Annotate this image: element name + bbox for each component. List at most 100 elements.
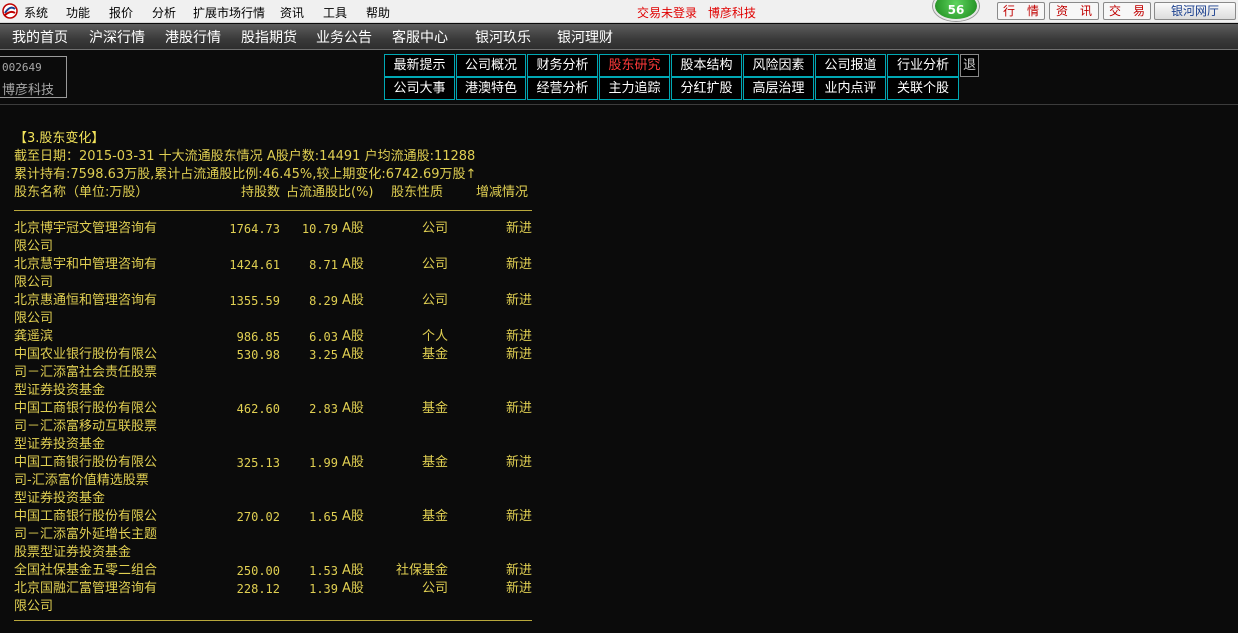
- nav-announcements[interactable]: 业务公告: [316, 27, 372, 47]
- shares-held: 462.60: [236, 402, 280, 416]
- share-type: A股: [342, 563, 364, 578]
- holder-nature: 基金: [421, 401, 448, 416]
- change-status: 新进: [505, 455, 532, 470]
- holder-nature: 公司: [421, 581, 448, 596]
- trade-button[interactable]: 交 易: [1103, 2, 1151, 20]
- tab-latest-tips[interactable]: 最新提示: [384, 54, 455, 77]
- shareholder-name-line: 中国工商银行股份有限公: [14, 455, 158, 470]
- change-status: 新进: [505, 563, 532, 578]
- tab-company-events[interactable]: 公司大事: [384, 77, 455, 100]
- holder-nature: 公司: [421, 221, 448, 236]
- tab-share-structure[interactable]: 股本结构: [671, 54, 742, 77]
- tab-main-force-tracking[interactable]: 主力追踪: [599, 77, 670, 100]
- share-type: A股: [342, 221, 364, 236]
- holder-nature: 基金: [421, 347, 448, 362]
- tab-company-reports[interactable]: 公司报道: [815, 54, 886, 77]
- table-row[interactable]: 中国工商银行股份有限公 司-汇添富价值精选股票 型证券投资基金 325.13 1.99 A…: [14, 454, 554, 508]
- share-type: A股: [342, 455, 364, 470]
- menu-extended-market[interactable]: 扩展市场行情: [193, 4, 265, 21]
- holder-nature: 社保基金: [395, 563, 448, 578]
- shareholder-name-line: 中国工商银行股份有限公: [14, 401, 158, 416]
- holder-nature: 公司: [421, 293, 448, 308]
- change-status: 新进: [505, 257, 532, 272]
- stock-code: 002649: [2, 61, 42, 74]
- shares-held: 270.02: [236, 510, 280, 524]
- tab-operations-analysis[interactable]: 经营分析: [527, 77, 598, 100]
- stock-id-box[interactable]: 002649 博彦科技: [0, 56, 67, 98]
- nav-bar: 我的首页 沪深行情 港股行情 股指期货 业务公告 客服中心 银河玖乐 银河理财: [0, 24, 1238, 50]
- tab-governance[interactable]: 高层治理: [743, 77, 814, 100]
- holder-nature: 公司: [421, 257, 448, 272]
- change-status: 新进: [505, 509, 532, 524]
- table-row[interactable]: 中国工商银行股份有限公 司－汇添富外延增长主题 股票型证券投资基金 270.02 1.6…: [14, 508, 554, 562]
- menu-function[interactable]: 功能: [66, 4, 90, 21]
- header-divider: [0, 104, 1238, 105]
- galaxy-hall-button[interactable]: 银河网厅: [1154, 2, 1236, 20]
- tab-industry-comments[interactable]: 业内点评: [815, 77, 886, 100]
- tab-shareholder-research[interactable]: 股东研究: [599, 54, 670, 77]
- float-ratio: 1.39: [309, 582, 338, 596]
- exit-button[interactable]: 退: [960, 54, 979, 77]
- float-ratio: 1.65: [309, 510, 338, 524]
- col-header-name: 股东名称（单位:万股）: [14, 185, 149, 200]
- trade-login-status[interactable]: 交易未登录: [637, 4, 697, 21]
- tab-financial-analysis[interactable]: 财务分析: [527, 54, 598, 77]
- table-row[interactable]: 北京惠通恒和管理咨询有 限公司 1355.59 8.29 A股 公司 新进: [14, 292, 554, 328]
- float-ratio: 10.79: [301, 222, 338, 236]
- table-row[interactable]: 北京博宇冠文管理咨询有 限公司 1764.73 10.79 A股 公司 新进: [14, 220, 554, 256]
- shareholder-name-line: 司-汇添富价值精选股票: [14, 473, 149, 488]
- nav-sh-sz-quotes[interactable]: 沪深行情: [89, 27, 145, 47]
- shares-held: 1424.61: [229, 258, 280, 272]
- quote-button[interactable]: 行 情: [997, 2, 1045, 20]
- shareholder-name-line: 限公司: [14, 599, 54, 614]
- tab-industry-analysis[interactable]: 行业分析: [887, 54, 959, 77]
- shareholder-name: 中国农业银行股份有限公 司－汇添富社会责任股票 型证券投资基金: [14, 346, 157, 400]
- table-row[interactable]: 北京国融汇富管理咨询有 限公司 228.12 1.39 A股 公司 新进: [14, 580, 554, 616]
- news-button[interactable]: 资 讯: [1049, 2, 1099, 20]
- menu-help[interactable]: 帮助: [366, 4, 390, 21]
- table-row[interactable]: 北京慧宇和中管理咨询有 限公司 1424.61 8.71 A股 公司 新进: [14, 256, 554, 292]
- menu-analysis[interactable]: 分析: [152, 4, 176, 21]
- tab-company-profile[interactable]: 公司概况: [456, 54, 526, 77]
- current-stock-label: 博彦科技: [708, 6, 757, 20]
- shareholder-name: 中国工商银行股份有限公 司-汇添富价值精选股票 型证券投资基金: [14, 454, 157, 508]
- nav-galaxy-joy[interactable]: 银河玖乐: [475, 27, 531, 47]
- shareholder-name-line: 中国工商银行股份有限公: [14, 509, 158, 524]
- shareholder-name-line: 型证券投资基金: [14, 383, 106, 398]
- tab-risk-factors[interactable]: 风险因素: [743, 54, 814, 77]
- nav-hk-quotes[interactable]: 港股行情: [165, 27, 221, 47]
- shareholder-name-line: 型证券投资基金: [14, 437, 106, 452]
- tab-hk-macau-features[interactable]: 港澳特色: [456, 77, 526, 100]
- menu-info[interactable]: 资讯: [280, 4, 304, 21]
- float-ratio: 2.83: [309, 402, 338, 416]
- menu-system[interactable]: 系统: [24, 4, 48, 21]
- shareholder-name-line: 北京博宇冠文管理咨询有: [14, 221, 158, 236]
- nav-index-futures[interactable]: 股指期货: [241, 27, 297, 47]
- tab-dividends[interactable]: 分红扩股: [671, 77, 742, 100]
- holder-nature: 基金: [421, 455, 448, 470]
- summary-holding-line: 累计持有:7598.63万股,累计占流通股比例:46.45%,较上期变化:674…: [14, 167, 477, 182]
- shareholder-name: 全国社保基金五零二组合: [14, 562, 157, 580]
- app-logo-icon: [2, 3, 18, 19]
- menu-quote[interactable]: 报价: [109, 4, 133, 21]
- table-row[interactable]: 中国农业银行股份有限公 司－汇添富社会责任股票 型证券投资基金 530.98 3.25 A…: [14, 346, 554, 400]
- nav-customer-service[interactable]: 客服中心: [392, 27, 448, 47]
- notification-badge[interactable]: 56: [933, 0, 979, 21]
- col-header-shares: 持股数: [240, 185, 280, 200]
- shareholder-name-line: 北京慧宇和中管理咨询有: [14, 257, 158, 272]
- shareholder-name: 中国工商银行股份有限公 司－汇添富外延增长主题 股票型证券投资基金: [14, 508, 157, 562]
- shareholder-name-line: 司－汇添富移动互联股票: [14, 419, 158, 434]
- table-row[interactable]: 龚遥滨 986.85 6.03 A股 个人 新进: [14, 328, 554, 346]
- shareholder-name: 北京博宇冠文管理咨询有 限公司: [14, 220, 157, 256]
- col-header-nature: 股东性质: [391, 185, 444, 200]
- shareholder-name-line: 型证券投资基金: [14, 491, 106, 506]
- table-row[interactable]: 中国工商银行股份有限公 司－汇添富移动互联股票 型证券投资基金 462.60 2.83 A…: [14, 400, 554, 454]
- nav-galaxy-wealth[interactable]: 银河理财: [557, 27, 613, 47]
- nav-home[interactable]: 我的首页: [12, 27, 68, 47]
- shareholder-name-line: 限公司: [14, 311, 54, 326]
- table-row[interactable]: 全国社保基金五零二组合 250.00 1.53 A股 社保基金 新进: [14, 562, 554, 580]
- float-ratio: 8.29: [309, 294, 338, 308]
- tab-related-stocks[interactable]: 关联个股: [887, 77, 959, 100]
- menu-tools[interactable]: 工具: [323, 4, 347, 21]
- shares-held: 228.12: [236, 582, 280, 596]
